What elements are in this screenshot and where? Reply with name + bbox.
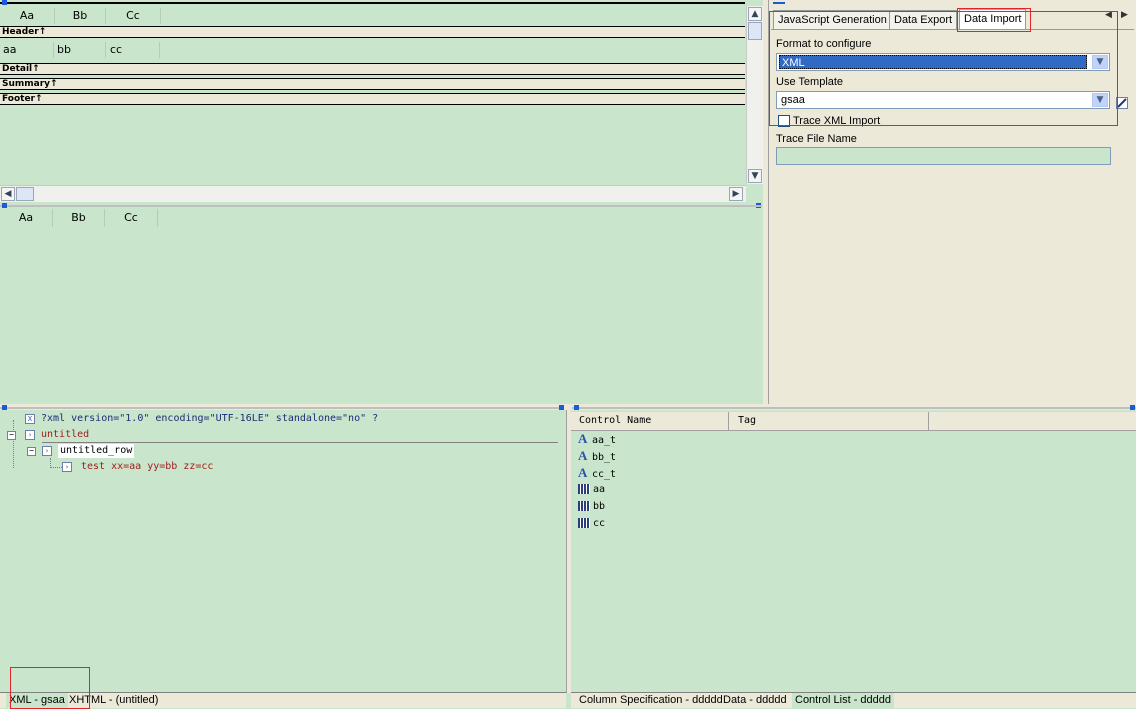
- control-name: aa_t: [592, 435, 617, 446]
- designer-vertical-scrollbar[interactable]: ▲ ▼: [746, 6, 763, 184]
- xml-doc-icon: X: [25, 414, 35, 424]
- control-pane-top-border: [572, 407, 1136, 409]
- column-header-cc[interactable]: Cc: [106, 8, 161, 24]
- preview-divider: [0, 205, 762, 207]
- xml-leaf-text: test xx=aa yy=bb zz=cc: [81, 461, 214, 472]
- field-icon: [578, 518, 590, 528]
- preview-column-aa[interactable]: Aa: [0, 209, 53, 227]
- scroll-up-icon[interactable]: ▲: [748, 7, 762, 21]
- control-name: aa: [593, 484, 606, 495]
- annotation-box: [769, 11, 1118, 126]
- column-header-control-name[interactable]: Control Name: [571, 412, 729, 430]
- panel-handle[interactable]: [773, 2, 785, 4]
- element-icon: ›: [62, 462, 72, 472]
- tab-scroll-right-icon[interactable]: ▶: [1121, 10, 1131, 22]
- drop-indicator-line: [42, 442, 558, 443]
- designer-top-border: [0, 2, 745, 4]
- tab-control-list[interactable]: Control List - ddddd: [792, 693, 894, 708]
- band-detail[interactable]: Detail↑: [0, 63, 745, 75]
- xml-pane-top-border: [0, 407, 564, 409]
- collapse-icon[interactable]: −: [7, 431, 16, 440]
- list-item[interactable]: Abb_t: [578, 448, 617, 464]
- control-name: cc: [593, 518, 606, 529]
- preview-pane: Aa Bb Cc: [0, 201, 762, 401]
- band-summary[interactable]: Summary↑: [0, 78, 745, 90]
- column-header-tag[interactable]: Tag: [729, 412, 929, 430]
- list-item[interactable]: Aaa_t: [578, 431, 617, 447]
- element-icon: ›: [25, 430, 35, 440]
- preview-handle[interactable]: [2, 203, 7, 208]
- detail-cell-cc[interactable]: cc: [110, 42, 160, 58]
- field-icon: [578, 484, 590, 494]
- xml-row-text: untitled_row: [58, 444, 135, 458]
- tab-column-specification[interactable]: Column Specification - ddddd: [576, 693, 726, 708]
- tree-line: [50, 467, 62, 469]
- text-icon: A: [578, 448, 588, 463]
- designer-horizontal-scrollbar[interactable]: ◀ ▶: [0, 185, 746, 202]
- designer-column-header: Aa Bb Cc: [0, 8, 161, 24]
- preview-column-header: Aa Bb Cc: [0, 209, 160, 227]
- control-list-pane: Control Name Tag: [571, 410, 1136, 693]
- scroll-thumb[interactable]: [748, 22, 762, 40]
- column-header-bb[interactable]: Bb: [55, 8, 106, 24]
- list-item[interactable]: cc: [578, 517, 605, 531]
- control-name: cc_t: [592, 469, 617, 480]
- xml-tree-pane[interactable]: X ?xml version="1.0" encoding="UTF-16LE"…: [0, 410, 566, 692]
- trace-file-input[interactable]: [776, 147, 1111, 165]
- tree-line: [13, 420, 15, 468]
- band-footer[interactable]: Footer↑: [0, 93, 745, 105]
- column-header-aa[interactable]: Aa: [0, 8, 55, 24]
- collapse-icon[interactable]: −: [27, 447, 36, 456]
- preview-column-cc[interactable]: Cc: [105, 209, 158, 227]
- detail-row: aa bb cc: [0, 42, 160, 58]
- control-name: bb: [593, 501, 606, 512]
- scroll-down-icon[interactable]: ▼: [748, 169, 762, 183]
- annotation-tab-box: [957, 8, 1031, 32]
- scroll-right-icon[interactable]: ▶: [729, 187, 743, 201]
- detail-cell-aa[interactable]: aa: [3, 42, 54, 58]
- control-name: bb_t: [592, 452, 617, 463]
- pencil-icon: [1117, 98, 1127, 108]
- preview-column-bb[interactable]: Bb: [53, 209, 105, 227]
- field-icon: [578, 501, 590, 511]
- hscroll-thumb[interactable]: [16, 187, 34, 201]
- list-item[interactable]: bb: [578, 500, 605, 514]
- annotation-bottom-box: [10, 667, 90, 709]
- xml-root-text: untitled: [41, 429, 90, 440]
- tab-data[interactable]: Data - ddddd: [720, 693, 790, 708]
- selection-handle[interactable]: [2, 0, 7, 5]
- list-item[interactable]: aa: [578, 483, 605, 497]
- detail-cell-bb[interactable]: bb: [57, 42, 106, 58]
- xml-declaration-text: ?xml version="1.0" encoding="UTF-16LE" s…: [41, 413, 379, 424]
- control-list-header: Control Name Tag: [571, 412, 1136, 431]
- band-header[interactable]: Header↑: [0, 26, 745, 38]
- text-icon: A: [578, 465, 588, 480]
- text-icon: A: [578, 431, 588, 446]
- report-designer[interactable]: Aa Bb Cc Header↑ aa bb cc Detail↑ Summar…: [0, 0, 763, 208]
- element-icon: ›: [42, 446, 52, 456]
- scroll-left-icon[interactable]: ◀: [1, 187, 15, 201]
- properties-panel: JavaScript Generation Data Export Data I…: [768, 0, 1136, 409]
- trace-file-label: Trace File Name: [776, 133, 857, 145]
- list-item[interactable]: Acc_t: [578, 465, 617, 481]
